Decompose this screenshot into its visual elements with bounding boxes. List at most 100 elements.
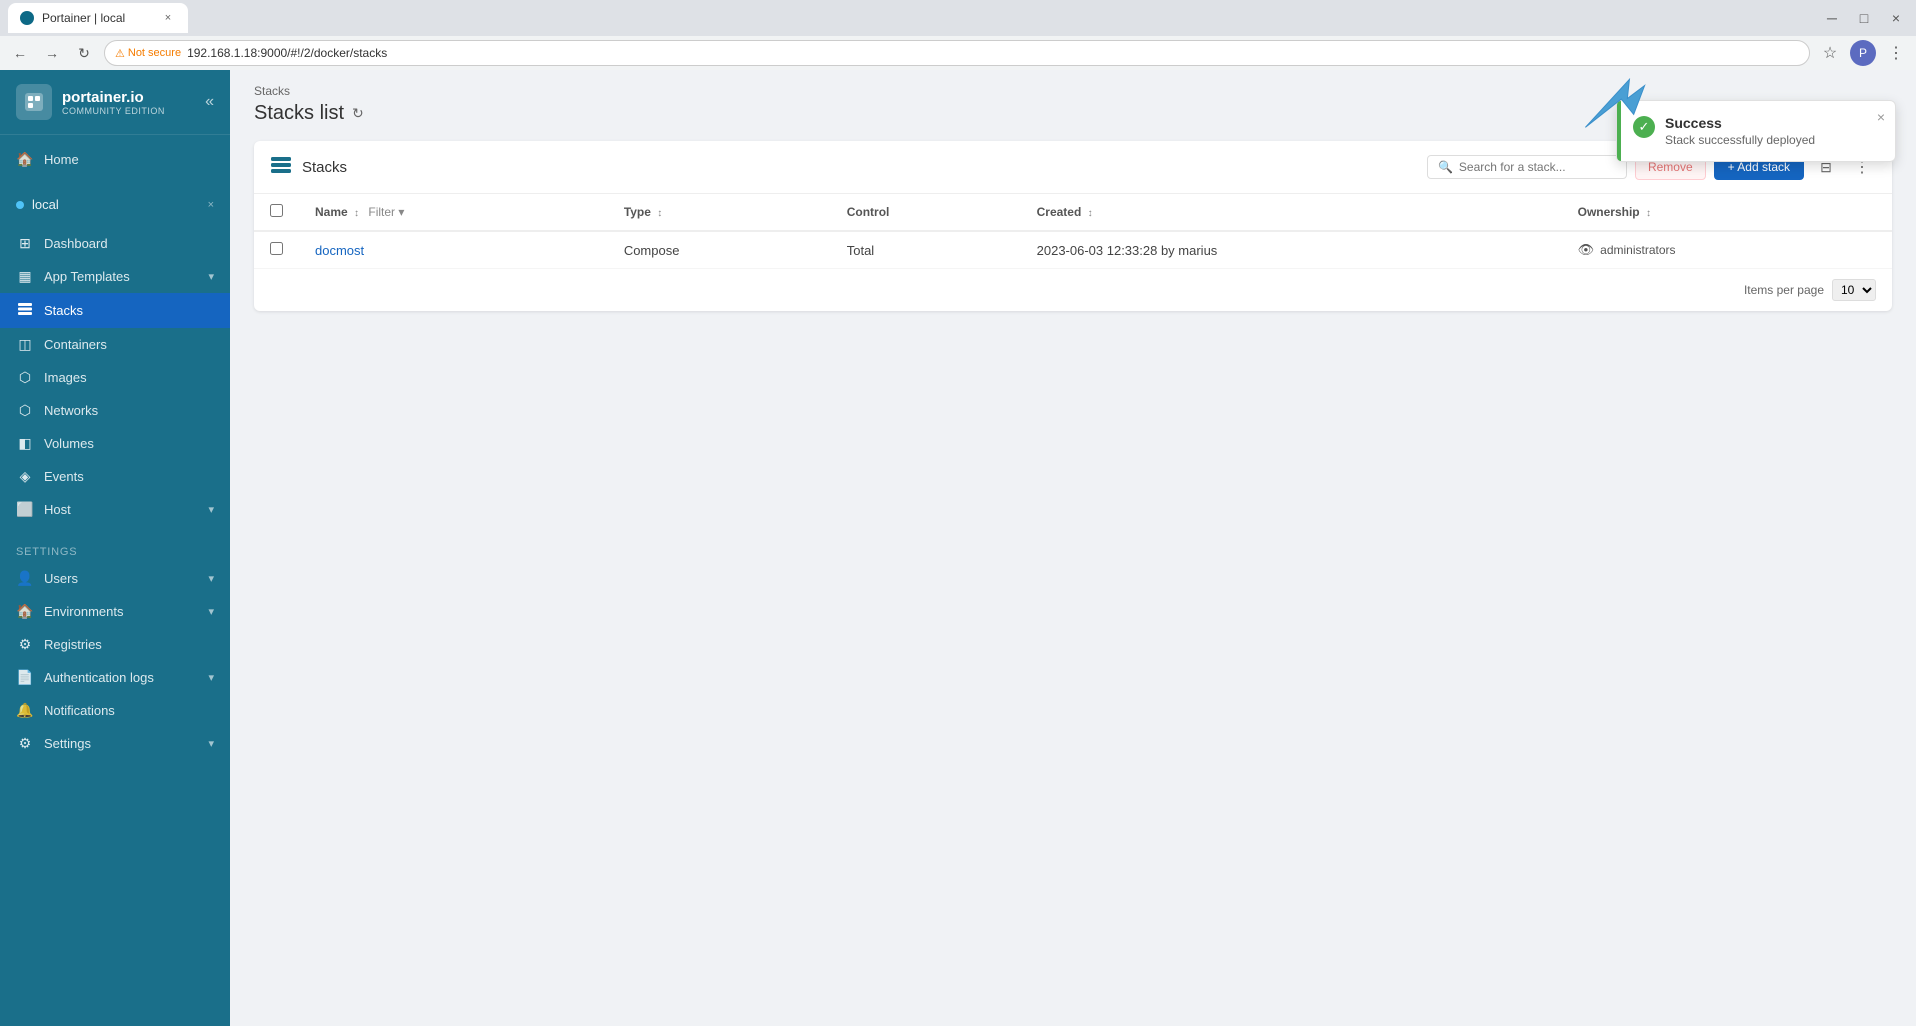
page-refresh-icon[interactable]: ↻ xyxy=(352,105,364,122)
bookmark-button[interactable]: ☆ xyxy=(1818,41,1842,65)
sidebar-item-app-templates[interactable]: ▦ App Templates ▾ xyxy=(0,260,230,293)
toast-container: ✓ Success Stack successfully deployed × xyxy=(1616,100,1896,162)
auth-logs-icon: 📄 xyxy=(16,669,34,686)
host-chevron-icon: ▾ xyxy=(208,503,214,516)
sidebar-home-label: Home xyxy=(44,152,79,167)
col-header-ownership[interactable]: Ownership ↕ xyxy=(1562,194,1892,231)
minimize-button[interactable]: ─ xyxy=(1820,6,1844,30)
select-all-header xyxy=(254,194,299,231)
env-sub-nav: ⊞ Dashboard ▦ App Templates ▾ Stacks xyxy=(0,225,230,534)
sidebar-item-notifications[interactable]: 🔔 Notifications xyxy=(0,694,230,727)
auth-logs-chevron-icon: ▾ xyxy=(208,671,214,684)
brand-name: portainer.io xyxy=(62,89,165,106)
sidebar: portainer.io Community Edition « 🏠 Home … xyxy=(0,70,230,1026)
toast-accent-bar xyxy=(1617,101,1621,161)
env-close-button[interactable]: × xyxy=(208,199,214,211)
page-title-text: Stacks list xyxy=(254,102,344,125)
items-per-page-select[interactable]: 10 25 50 xyxy=(1832,279,1876,301)
sidebar-item-auth-logs[interactable]: 📄 Authentication logs ▾ xyxy=(0,661,230,694)
sidebar-item-events[interactable]: ◈ Events xyxy=(0,460,230,493)
settings-section: Settings 👤 Users ▾ 🏠 Environments ▾ ⚙ Re… xyxy=(0,534,230,760)
col-header-name[interactable]: Name ↕ Filter ▾ xyxy=(299,194,608,231)
toast-message: Stack successfully deployed xyxy=(1665,133,1815,147)
address-bar[interactable]: ⚠ Not secure 192.168.1.18:9000/#!/2/dock… xyxy=(104,40,1810,66)
search-input[interactable] xyxy=(1459,160,1616,174)
tab-close-button[interactable]: × xyxy=(160,10,176,26)
col-type-label: Type xyxy=(624,205,651,219)
networks-icon: ⬡ xyxy=(16,402,34,419)
sidebar-item-stacks[interactable]: Stacks xyxy=(0,293,230,328)
profile-button[interactable]: P xyxy=(1850,40,1876,66)
sidebar-item-host[interactable]: ⬜ Host ▾ xyxy=(0,493,230,526)
row-name-cell: docmost xyxy=(299,231,608,269)
sidebar-item-registries[interactable]: ⚙ Registries xyxy=(0,628,230,661)
sidebar-item-home[interactable]: 🏠 Home xyxy=(0,143,230,176)
forward-button[interactable]: → xyxy=(40,41,64,65)
settings-section-label: Settings xyxy=(0,534,230,562)
sidebar-notifications-label: Notifications xyxy=(44,703,115,718)
sidebar-item-images[interactable]: ⬡ Images xyxy=(0,361,230,394)
close-window-button[interactable]: × xyxy=(1884,6,1908,30)
browser-tab[interactable]: Portainer | local × xyxy=(8,3,188,33)
sidebar-collapse-button[interactable]: « xyxy=(205,93,214,111)
sidebar-item-volumes[interactable]: ◧ Volumes xyxy=(0,427,230,460)
sidebar-item-settings[interactable]: ⚙ Settings ▾ xyxy=(0,727,230,760)
brand-text: portainer.io Community Edition xyxy=(62,89,165,116)
sidebar-item-environments[interactable]: 🏠 Environments ▾ xyxy=(0,595,230,628)
select-all-checkbox[interactable] xyxy=(270,204,283,217)
images-icon: ⬡ xyxy=(16,369,34,386)
env-status-dot xyxy=(16,201,24,209)
stack-name-link[interactable]: docmost xyxy=(315,243,364,258)
events-icon: ◈ xyxy=(16,468,34,485)
sidebar-item-dashboard[interactable]: ⊞ Dashboard xyxy=(0,227,230,260)
refresh-button[interactable]: ↻ xyxy=(72,41,96,65)
users-chevron-icon: ▾ xyxy=(208,572,214,585)
sidebar-registries-label: Registries xyxy=(44,637,102,652)
sidebar-auth-logs-label: Authentication logs xyxy=(44,670,154,685)
stacks-card-icon xyxy=(270,154,292,181)
row-created-cell: 2023-06-03 12:33:28 by marius xyxy=(1021,231,1562,269)
brand-edition: Community Edition xyxy=(62,106,165,116)
toast-title: Success xyxy=(1665,115,1815,131)
sidebar-item-networks[interactable]: ⬡ Networks xyxy=(0,394,230,427)
sidebar-volumes-label: Volumes xyxy=(44,436,94,451)
sidebar-images-label: Images xyxy=(44,370,87,385)
breadcrumb: Stacks xyxy=(254,84,1892,98)
items-per-page-label: Items per page xyxy=(1744,283,1824,297)
toast-close-button[interactable]: × xyxy=(1877,109,1885,125)
col-header-control: Control xyxy=(831,194,1021,231)
ownership-text: administrators xyxy=(1600,243,1675,257)
row-checkbox[interactable] xyxy=(270,242,283,255)
env-item-local[interactable]: local × xyxy=(8,190,222,219)
containers-icon: ◫ xyxy=(16,336,34,353)
col-header-created[interactable]: Created ↕ xyxy=(1021,194,1562,231)
settings-icon: ⚙ xyxy=(16,735,34,752)
browser-menu-button[interactable]: ⋮ xyxy=(1884,41,1908,65)
browser-titlebar: Portainer | local × ─ □ × xyxy=(0,0,1916,36)
ownership-icon: 👁 xyxy=(1578,242,1595,258)
type-sort-icon: ↕ xyxy=(657,208,662,219)
ownership-sort-icon: ↕ xyxy=(1646,208,1651,219)
back-button[interactable]: ← xyxy=(8,41,32,65)
security-warning: ⚠ Not secure xyxy=(115,47,181,60)
sidebar-item-containers[interactable]: ◫ Containers xyxy=(0,328,230,361)
sidebar-networks-label: Networks xyxy=(44,403,98,418)
stacks-table: Name ↕ Filter ▾ Type ↕ Control xyxy=(254,194,1892,269)
env-name: local xyxy=(32,197,59,212)
filter-button[interactable]: Filter ▾ xyxy=(368,205,404,219)
maximize-button[interactable]: □ xyxy=(1852,6,1876,30)
card-title-text: Stacks xyxy=(302,159,347,176)
sidebar-brand: portainer.io Community Edition « xyxy=(0,70,230,135)
col-name-label: Name xyxy=(315,205,348,219)
stacks-table-wrap: Name ↕ Filter ▾ Type ↕ Control xyxy=(254,194,1892,311)
browser-toolbar: ← → ↻ ⚠ Not secure 192.168.1.18:9000/#!/… xyxy=(0,36,1916,70)
toast-content: Success Stack successfully deployed xyxy=(1665,115,1815,147)
search-wrap[interactable]: 🔍 xyxy=(1427,155,1627,179)
sidebar-environments-label: Environments xyxy=(44,604,123,619)
sidebar-item-users[interactable]: 👤 Users ▾ xyxy=(0,562,230,595)
main-content: Stacks Stacks list ↻ Stacks 🔍 xyxy=(230,70,1916,1026)
col-ownership-label: Ownership xyxy=(1578,205,1640,219)
notifications-icon: 🔔 xyxy=(16,702,34,719)
col-header-type[interactable]: Type ↕ xyxy=(608,194,831,231)
host-icon: ⬜ xyxy=(16,501,34,518)
